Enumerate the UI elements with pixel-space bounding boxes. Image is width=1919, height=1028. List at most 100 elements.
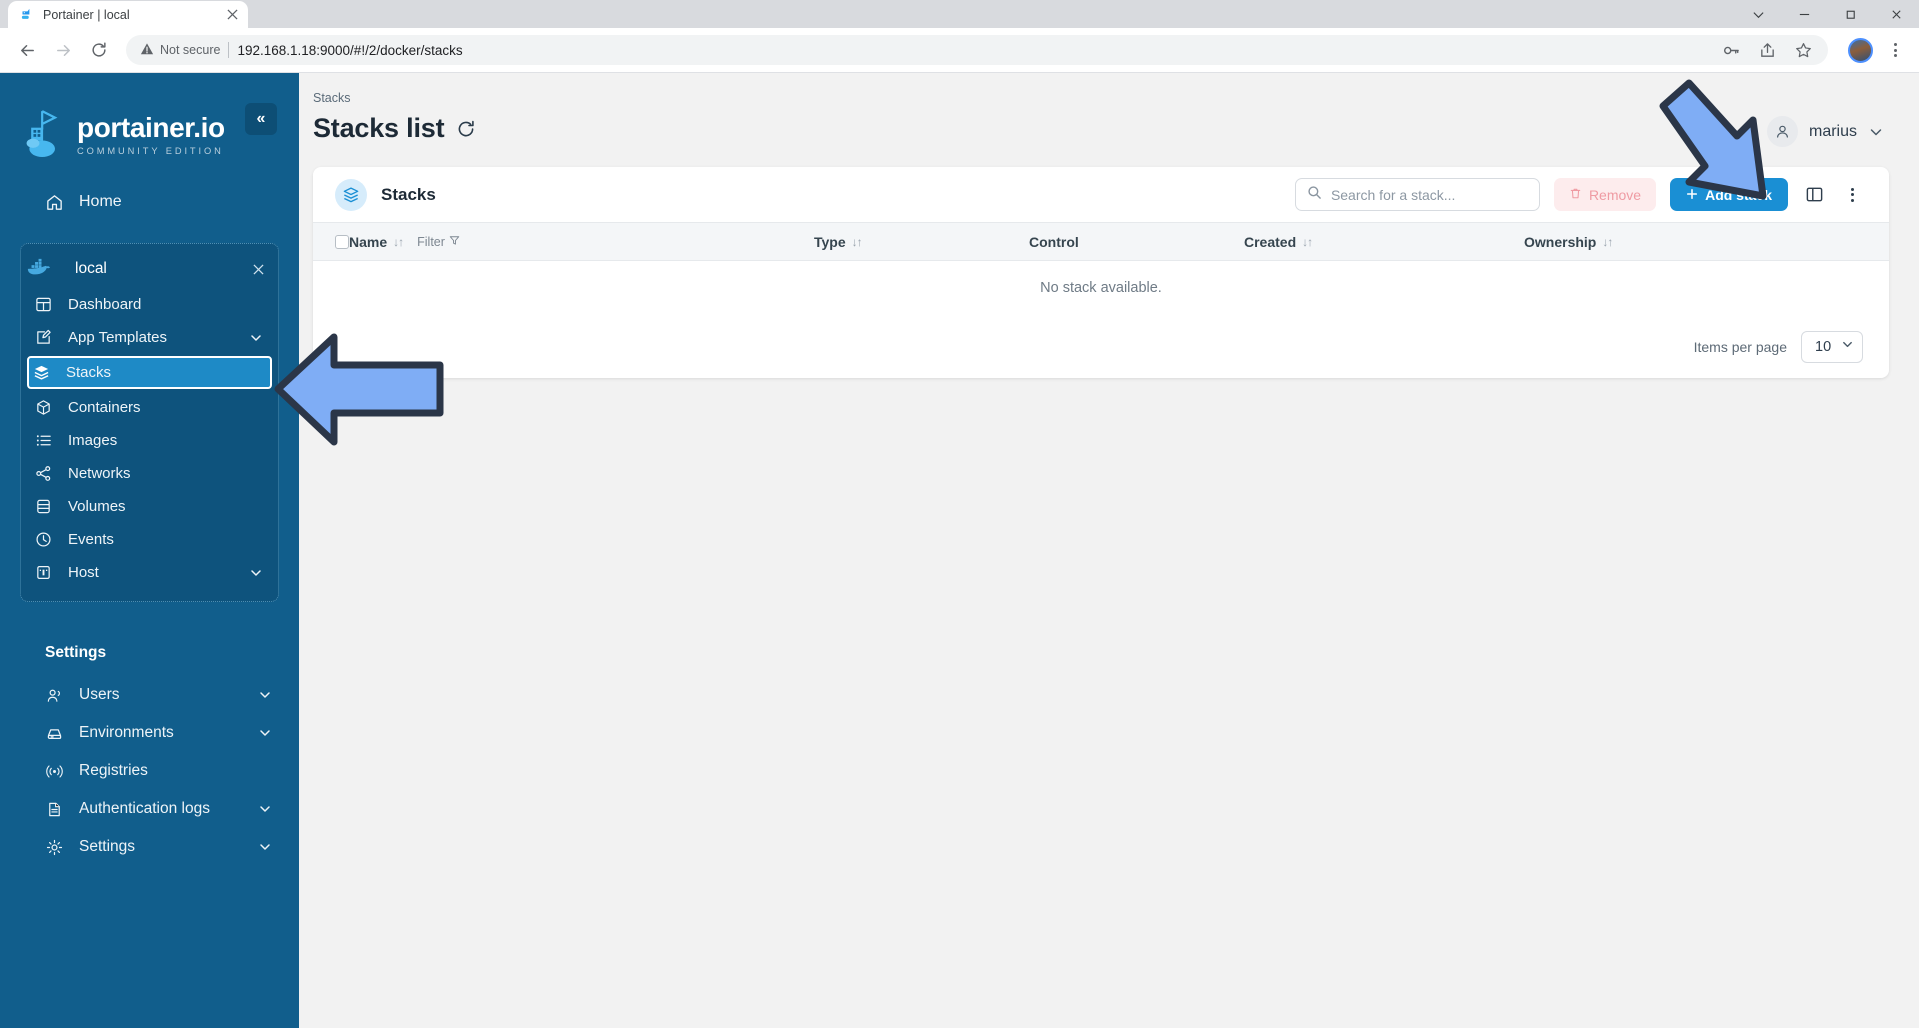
volumes-icon [34, 497, 53, 516]
user-menu[interactable]: marius [1767, 116, 1889, 147]
breadcrumb[interactable]: Stacks [313, 91, 1767, 105]
page-header: Stacks Stacks list marius [299, 73, 1919, 147]
auth-logs-icon [45, 800, 64, 819]
forward-icon[interactable] [46, 33, 80, 67]
sort-icon[interactable]: ↓↑ [1602, 235, 1612, 249]
add-stack-button[interactable]: Add stack [1670, 178, 1788, 211]
column-label-ownership: Ownership [1524, 234, 1596, 250]
select-all-checkbox[interactable] [335, 235, 349, 249]
sidebar: portainer.io COMMUNITY EDITION « Home [0, 73, 299, 1028]
window-close-icon[interactable] [1873, 0, 1919, 28]
main-content: Stacks Stacks list marius [299, 73, 1919, 1028]
search-input[interactable] [1331, 187, 1528, 203]
column-label-control: Control [1029, 234, 1079, 250]
browser-menu-kebab-icon[interactable] [1881, 36, 1909, 64]
stacks-icon [32, 363, 51, 382]
key-icon[interactable] [1720, 39, 1742, 61]
sidebar-item-label-registries: Registries [79, 762, 279, 780]
browser-profile-avatar[interactable] [1848, 38, 1873, 63]
dashboard-icon [34, 295, 53, 314]
chevron-down-icon[interactable] [257, 687, 273, 703]
tab-close-icon[interactable] [224, 7, 240, 23]
portainer-logo-icon [22, 109, 66, 161]
site-security-indicator[interactable]: Not secure [140, 42, 220, 59]
sort-icon[interactable]: ↓↑ [393, 235, 403, 249]
table-header-row: Name ↓↑ Filter [313, 223, 1889, 261]
sort-icon[interactable]: ↓↑ [1302, 235, 1312, 249]
sidebar-item-label-events: Events [68, 531, 270, 548]
sidebar-item-registries[interactable]: Registries [20, 752, 279, 790]
sidebar-item-images[interactable]: Images [29, 424, 270, 457]
sidebar-item-label-home: Home [79, 193, 279, 211]
chevron-down-icon [1841, 338, 1854, 355]
sidebar-environment-header[interactable]: local [21, 250, 278, 288]
search-box[interactable] [1295, 178, 1540, 211]
url-text: 192.168.1.18:9000/#!/2/docker/stacks [237, 43, 462, 58]
search-icon [1307, 185, 1322, 205]
column-header-created[interactable]: Created ↓↑ [1244, 223, 1524, 261]
sidebar-item-settings[interactable]: Settings [20, 828, 279, 866]
chevron-down-icon[interactable] [257, 801, 273, 817]
omnibox-actions [1720, 39, 1814, 61]
events-icon [34, 530, 53, 549]
window-minimize-icon[interactable] [1781, 0, 1827, 28]
browser-tab-title: Portainer | local [43, 8, 216, 22]
sidebar-item-label-volumes: Volumes [68, 498, 270, 515]
window-minimize-to-tray-icon[interactable] [1735, 0, 1781, 28]
users-icon [45, 686, 64, 705]
sidebar-item-containers[interactable]: Containers [29, 391, 270, 424]
items-per-page-select[interactable]: 10 [1801, 331, 1863, 363]
column-header-name[interactable]: Name ↓↑ Filter [349, 223, 814, 261]
environment-close-icon[interactable] [250, 261, 266, 277]
card-title: Stacks [381, 185, 436, 205]
sidebar-item-networks[interactable]: Networks [29, 457, 270, 490]
sidebar-environment-group: local Dashboard App Templates [20, 243, 279, 602]
sidebar-item-host[interactable]: Host [29, 556, 270, 589]
sidebar-item-events[interactable]: Events [29, 523, 270, 556]
card-header-actions: Remove Add stack [1295, 178, 1864, 211]
sidebar-item-authentication-logs[interactable]: Authentication logs [20, 790, 279, 828]
networks-icon [34, 464, 53, 483]
warning-triangle-icon [140, 42, 154, 59]
refresh-icon[interactable] [456, 119, 476, 139]
filter-control[interactable]: Filter [417, 235, 460, 249]
sidebar-item-dashboard[interactable]: Dashboard [29, 288, 270, 321]
star-icon[interactable] [1792, 39, 1814, 61]
sidebar-item-users[interactable]: Users [20, 676, 279, 714]
filter-icon [449, 235, 460, 249]
chevron-down-icon[interactable] [1868, 124, 1884, 140]
address-bar[interactable]: Not secure 192.168.1.18:9000/#!/2/docker… [126, 35, 1828, 65]
sidebar-collapse-button[interactable]: « [245, 103, 277, 135]
sidebar-item-app-templates[interactable]: App Templates [29, 321, 270, 354]
images-icon [34, 431, 53, 450]
column-header-type[interactable]: Type ↓↑ [814, 223, 1029, 261]
sort-icon[interactable]: ↓↑ [852, 235, 862, 249]
sidebar-item-label-users: Users [79, 686, 242, 704]
sidebar-item-environments[interactable]: Environments [20, 714, 279, 752]
card-more-kebab-icon[interactable] [1840, 183, 1864, 207]
chevron-down-icon[interactable] [248, 330, 264, 346]
sidebar-logo[interactable]: portainer.io COMMUNITY EDITION « [0, 81, 299, 167]
reload-icon[interactable] [82, 33, 116, 67]
column-header-ownership[interactable]: Ownership ↓↑ [1524, 223, 1889, 261]
sidebar-item-home[interactable]: Home [20, 183, 279, 221]
sidebar-item-volumes[interactable]: Volumes [29, 490, 270, 523]
chevron-down-icon[interactable] [257, 725, 273, 741]
chevron-down-icon[interactable] [257, 839, 273, 855]
sidebar-item-stacks[interactable]: Stacks [27, 356, 272, 389]
user-icon [1767, 116, 1798, 147]
card-header: Stacks Remove [313, 167, 1889, 222]
remove-button[interactable]: Remove [1554, 178, 1656, 211]
column-header-control: Control [1029, 223, 1244, 261]
column-label-name: Name [349, 234, 387, 250]
browser-toolbar: Not secure 192.168.1.18:9000/#!/2/docker… [0, 28, 1919, 73]
add-stack-button-label: Add stack [1705, 187, 1772, 203]
columns-layout-icon[interactable] [1802, 183, 1826, 207]
back-icon[interactable] [10, 33, 44, 67]
window-maximize-icon[interactable] [1827, 0, 1873, 28]
share-icon[interactable] [1756, 39, 1778, 61]
browser-tab[interactable]: Portainer | local [8, 1, 248, 28]
table-body: No stack available. [313, 261, 1889, 316]
sidebar-item-label-environments: Environments [79, 724, 242, 742]
chevron-down-icon[interactable] [248, 565, 264, 581]
